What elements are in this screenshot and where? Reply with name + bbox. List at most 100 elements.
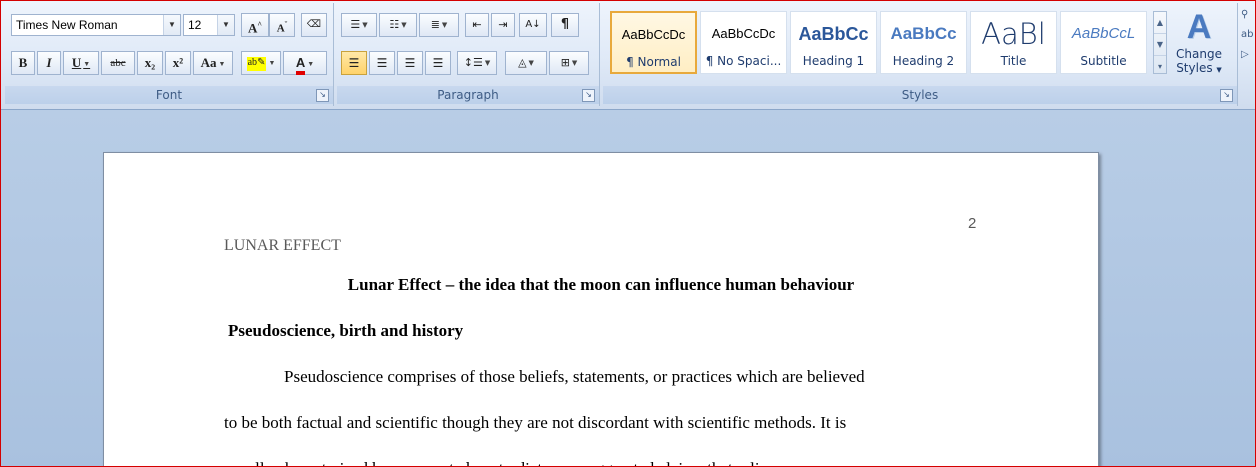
grow-font-button[interactable]: A^: [241, 13, 269, 37]
font-color-label: A: [295, 55, 306, 70]
highlight-label: ab: [247, 57, 258, 69]
strikethrough-label: abc: [110, 57, 126, 69]
numbering-button[interactable]: ☷ ▼: [379, 13, 417, 37]
chevron-down-icon: ▼: [401, 21, 407, 29]
bold-button[interactable]: B: [11, 51, 35, 75]
shading-button[interactable]: ◬ ▼: [505, 51, 547, 75]
dialog-launcher-icon[interactable]: ↘: [316, 89, 329, 102]
gallery-more-icon[interactable]: ▾: [1154, 56, 1166, 77]
border-grid-icon: ⊞: [560, 56, 570, 69]
superscript-label: x²: [172, 55, 184, 70]
gallery-scroller[interactable]: ▲ ▼ ▾: [1153, 11, 1167, 74]
change-styles-button[interactable]: A Change Styles ▼: [1171, 7, 1227, 87]
style-heading-2[interactable]: AaBbCc Heading 2: [880, 11, 967, 74]
select-icon[interactable]: ▷: [1241, 45, 1255, 65]
style-heading-1[interactable]: AaBbCc Heading 1: [790, 11, 877, 74]
shrink-font-button[interactable]: Aˇ: [269, 13, 295, 37]
align-center-icon: ☰: [376, 56, 388, 70]
chevron-down-icon[interactable]: ▼: [163, 15, 180, 35]
align-left-button[interactable]: ☰: [341, 51, 367, 75]
dialog-launcher-icon[interactable]: ↘: [582, 89, 595, 102]
grow-font-label: A: [247, 20, 258, 36]
align-right-icon: ☰: [404, 56, 416, 70]
font-name-value: Times New Roman: [16, 18, 118, 32]
sort-az-icon: A↓: [525, 19, 541, 30]
sort-button[interactable]: A↓: [519, 13, 547, 37]
style-name: ¶ Normal: [626, 55, 681, 69]
line-spacing-icon: ↕☰: [463, 56, 483, 69]
style-name: Heading 2: [892, 54, 955, 68]
word-window: Times New Roman ▼ 12 ▼ A^ Aˇ ⌫ B I U ▼ ab…: [0, 0, 1256, 467]
align-right-button[interactable]: ☰: [397, 51, 423, 75]
paragraph-group: ☰ ▼ ☷ ▼ ≣ ▼ ⇤ ⇥ A↓ ¶ ☰ ☰ ☰ ☰ ↕☰ ▼ ◬ ▼ ⊞ ▼ Para…: [337, 3, 600, 106]
eraser-icon: ⌫: [306, 19, 322, 30]
clear-formatting-button[interactable]: ⌫: [301, 13, 327, 37]
dialog-launcher-icon[interactable]: ↘: [1220, 89, 1233, 102]
body-line: usually characterized by unaccepted cont…: [224, 459, 795, 466]
style-sample: AaBl: [981, 17, 1046, 51]
style-name: Title: [1000, 54, 1027, 68]
font-color-button[interactable]: A ▼: [283, 51, 327, 75]
chevron-down-icon: ▼: [441, 21, 448, 29]
style-subtitle[interactable]: AaBbCcL Subtitle: [1060, 11, 1147, 74]
italic-label: I: [46, 55, 52, 70]
chevron-down-icon: ▼: [528, 59, 534, 67]
shrink-font-label: A: [276, 22, 285, 35]
chevron-down-icon: ▼: [571, 59, 578, 67]
section-heading: Pseudoscience, birth and history: [228, 321, 464, 340]
chevron-down-icon: ▼: [1216, 66, 1222, 74]
style-sample: AaBbCcL: [1071, 25, 1136, 42]
show-formatting-button[interactable]: ¶: [551, 13, 579, 37]
font-name-combo[interactable]: Times New Roman ▼: [11, 14, 181, 36]
indent-icon: ⇥: [498, 18, 508, 31]
align-left-icon: ☰: [348, 56, 360, 70]
replace-icon[interactable]: ab: [1241, 25, 1255, 45]
document-workspace: 2 LUNAR EFFECT Lunar Effect – the idea t…: [1, 110, 1255, 466]
styles-group: AaBbCcDc ¶ Normal AaBbCcDc ¶ No Spaci...…: [603, 3, 1238, 106]
chevron-down-icon: ▼: [268, 59, 276, 67]
chevron-down-icon[interactable]: ▼: [217, 15, 234, 35]
caret-up-icon: ^: [257, 20, 263, 29]
highlight-button[interactable]: ab✎ ▼: [241, 51, 281, 75]
superscript-button[interactable]: x²: [165, 51, 191, 75]
italic-button[interactable]: I: [37, 51, 61, 75]
subscript-button[interactable]: x₂: [137, 51, 163, 75]
style-normal[interactable]: AaBbCcDc ¶ Normal: [610, 11, 697, 74]
paint-bucket-icon: ◬: [518, 56, 527, 69]
style-name: Heading 1: [802, 54, 865, 68]
style-no-spacing[interactable]: AaBbCcDc ¶ No Spaci...: [700, 11, 787, 74]
scroll-up-icon[interactable]: ▲: [1154, 12, 1166, 34]
strikethrough-button[interactable]: abc: [101, 51, 135, 75]
document-title: Lunar Effect – the idea that the moon ca…: [347, 275, 855, 294]
style-title[interactable]: AaBl Title: [970, 11, 1057, 74]
change-case-button[interactable]: Aa ▼: [193, 51, 233, 75]
body-line: Pseudoscience comprises of those beliefs…: [284, 367, 865, 386]
pilcrow-icon: ¶: [560, 17, 570, 32]
body-line: to be both factual and scientific though…: [224, 413, 847, 432]
outdent-icon: ⇤: [472, 18, 482, 31]
line-spacing-button[interactable]: ↕☰ ▼: [457, 51, 497, 75]
decrease-indent-button[interactable]: ⇤: [465, 13, 489, 37]
font-size-combo[interactable]: 12 ▼: [183, 14, 235, 36]
align-center-button[interactable]: ☰: [369, 51, 395, 75]
style-sample: AaBbCcDc: [621, 27, 686, 42]
font-group: Times New Roman ▼ 12 ▼ A^ Aˇ ⌫ B I U ▼ ab…: [5, 3, 334, 106]
increase-indent-button[interactable]: ⇥: [491, 13, 515, 37]
justify-button[interactable]: ☰: [425, 51, 451, 75]
bulleted-list-icon: ☰: [350, 18, 361, 31]
scroll-down-icon[interactable]: ▼: [1154, 34, 1166, 56]
change-styles-icon: A: [1186, 8, 1212, 46]
style-name: ¶ No Spaci...: [705, 54, 782, 68]
ribbon: Times New Roman ▼ 12 ▼ A^ Aˇ ⌫ B I U ▼ ab…: [1, 1, 1255, 110]
page-number: 2: [968, 215, 977, 232]
font-color-icon: A: [295, 55, 306, 75]
find-icon[interactable]: ⚲: [1241, 5, 1255, 25]
underline-button[interactable]: U ▼: [63, 51, 99, 75]
bullets-button[interactable]: ☰ ▼: [341, 13, 377, 37]
multilevel-list-button[interactable]: ≣ ▼: [419, 13, 459, 37]
multilevel-list-icon: ≣: [430, 18, 440, 31]
borders-button[interactable]: ⊞ ▼: [549, 51, 589, 75]
document-page[interactable]: 2 LUNAR EFFECT Lunar Effect – the idea t…: [103, 152, 1099, 466]
paragraph-group-label: Paragraph: [337, 86, 599, 104]
chevron-down-icon: ▼: [362, 21, 368, 29]
